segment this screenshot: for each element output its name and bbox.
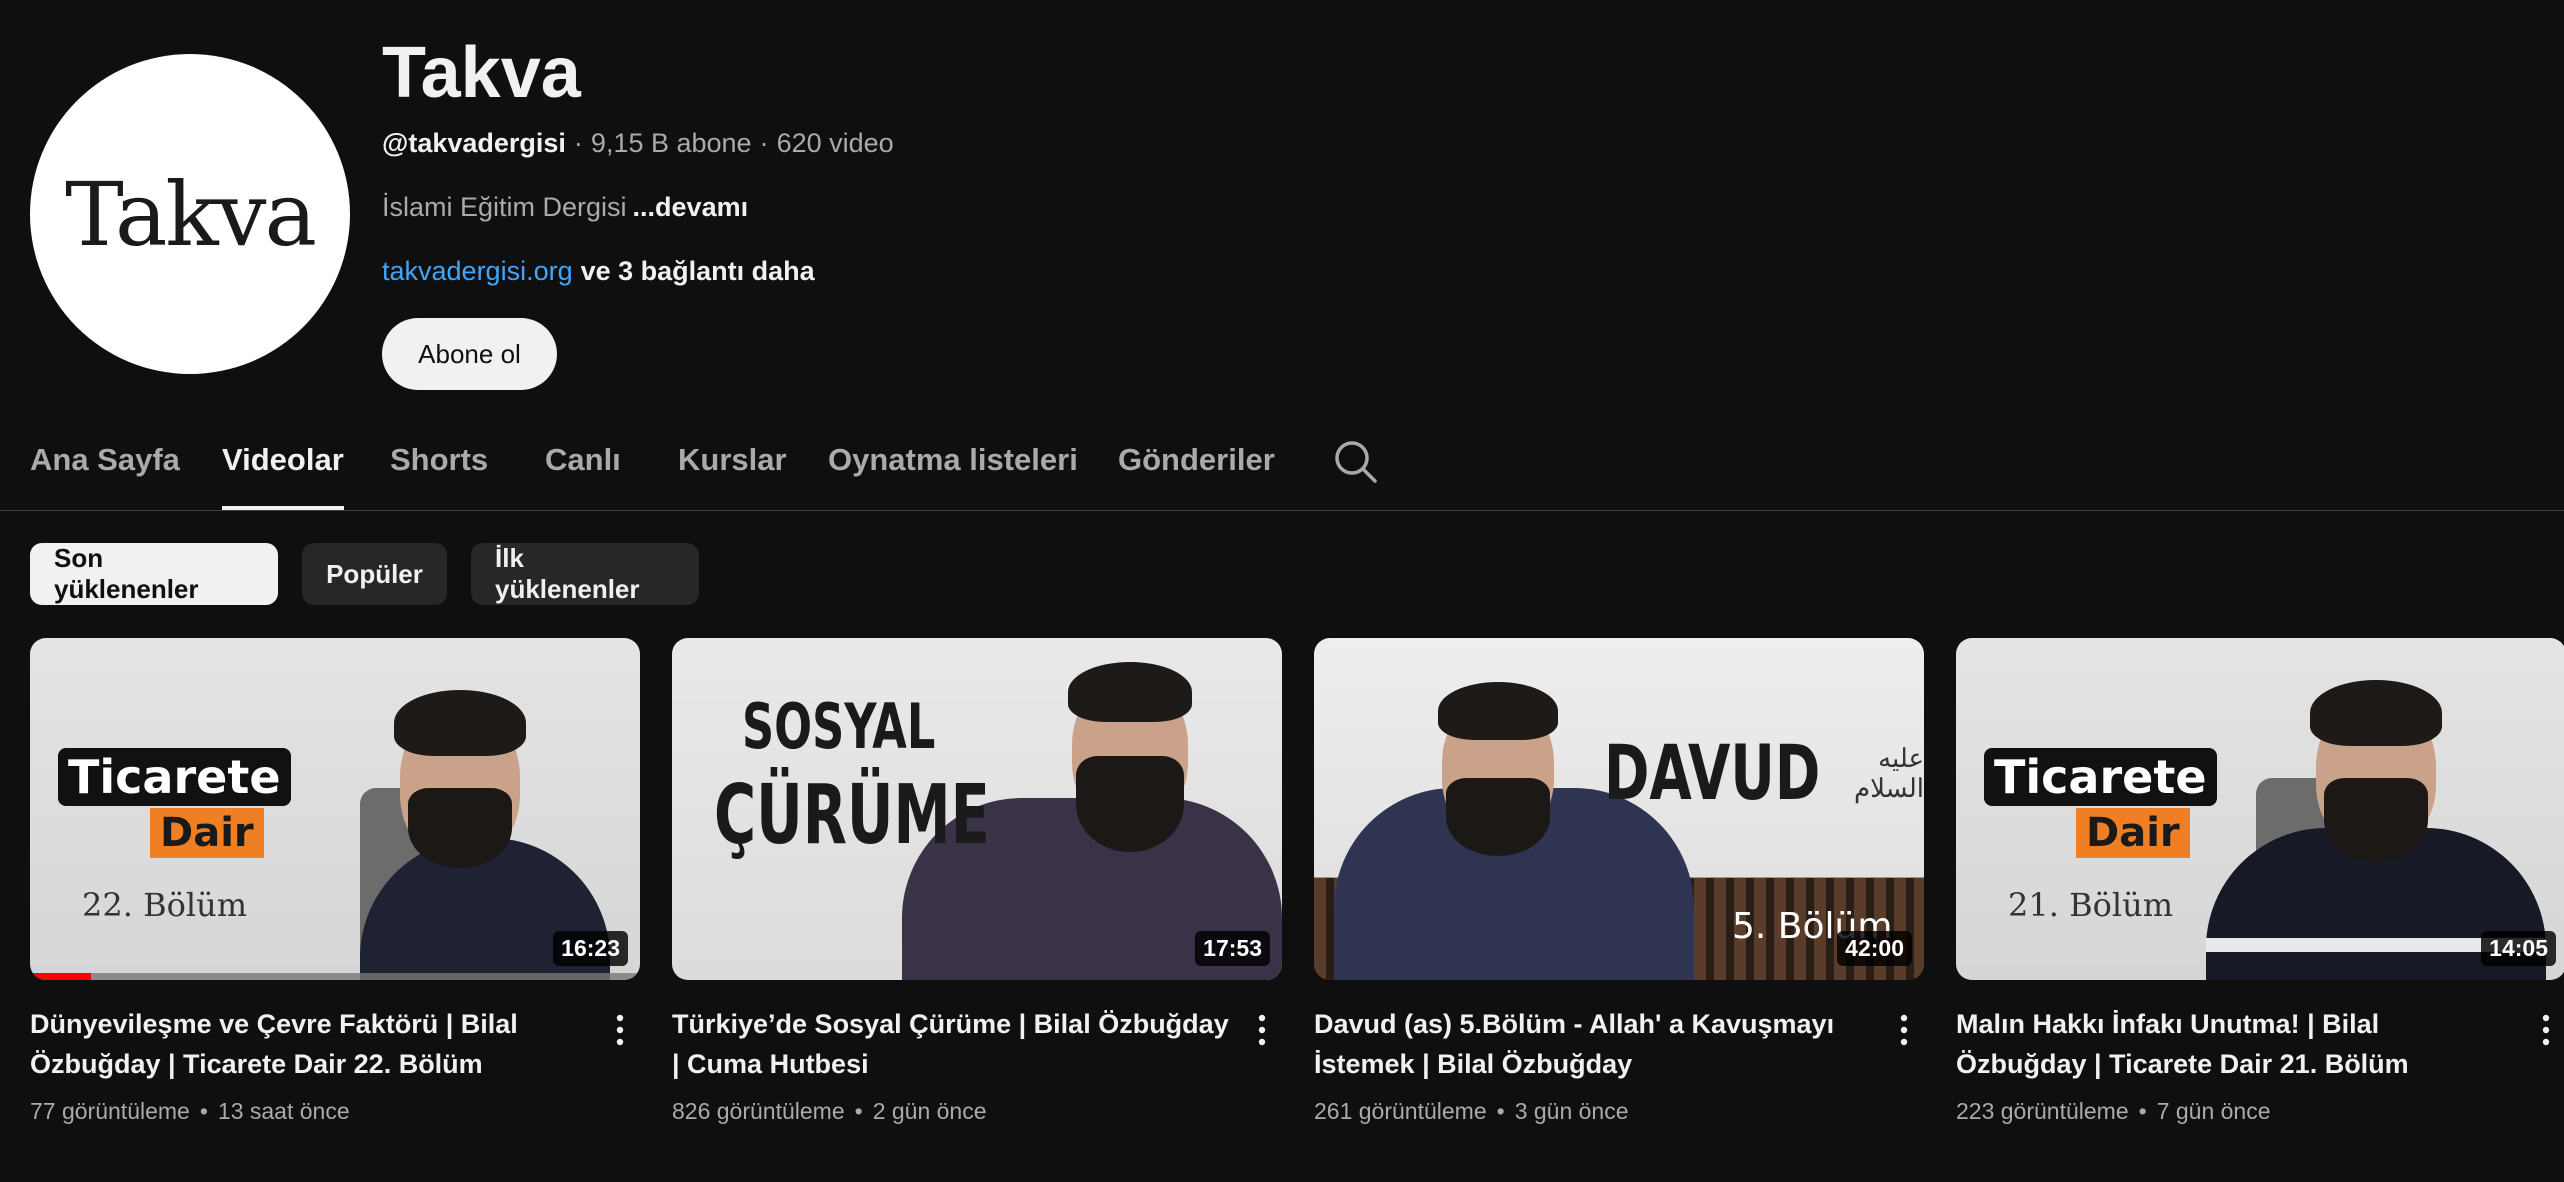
more-vert-icon (616, 1014, 624, 1046)
person-hair (1068, 662, 1192, 722)
channel-description[interactable]: İslami Eğitim Dergisi ...devamı (382, 192, 748, 223)
watch-progress-fill (30, 973, 91, 980)
person-beard (1076, 756, 1184, 852)
upload-age: 3 gün önce (1514, 1098, 1629, 1124)
video-card[interactable]: Ticarete Dair 22. Bölüm 16:23 Dünyevileş… (30, 638, 640, 1124)
video-menu-button[interactable] (1892, 1012, 1916, 1048)
person-beard (2324, 778, 2428, 862)
person-hair (1438, 682, 1558, 740)
more-vert-icon (2542, 1014, 2550, 1046)
more-vert-icon (1258, 1014, 1266, 1046)
video-title[interactable]: Türkiye’de Sosyal Çürüme | Bilal Özbuğda… (672, 1004, 1232, 1084)
thumb-episode-text: 21. Bölüm (2008, 886, 2174, 924)
tab-playlists[interactable]: Oynatma listeleri (828, 442, 1078, 508)
video-title[interactable]: Malın Hakkı İnfakı Unutma! | Bilal Özbuğ… (1956, 1004, 2516, 1084)
video-count: 620 video (776, 128, 894, 158)
tab-courses[interactable]: Kurslar (678, 442, 787, 508)
upload-age: 13 saat önce (217, 1098, 350, 1124)
channel-meta: @takvadergisi · 9,15 B abone · 620 video (382, 128, 894, 158)
video-meta: 826 görüntüleme • 2 gün önce (672, 1098, 987, 1124)
thumb-subtitle-badge: Dair (2076, 808, 2190, 858)
video-card[interactable]: DAVUD عليه السلام 5. Bölüm 42:00 Davud (… (1314, 638, 1924, 1124)
video-duration: 42:00 (1837, 931, 1912, 966)
channel-logo: Takva (65, 162, 317, 266)
view-count: 77 görüntüleme (30, 1098, 190, 1124)
view-count: 223 görüntüleme (1956, 1098, 2129, 1124)
video-title[interactable]: Davud (as) 5.Bölüm - Allah' a Kavuşmayı … (1314, 1004, 1874, 1084)
channel-website-link[interactable]: takvadergisi.org (382, 256, 573, 286)
channel-search-button[interactable] (1332, 438, 1380, 486)
view-count: 826 görüntüleme (672, 1098, 845, 1124)
video-title[interactable]: Dünyevileşme ve Çevre Faktörü | Bilal Öz… (30, 1004, 590, 1084)
watch-progress-bar (30, 973, 640, 980)
search-icon (1335, 441, 1377, 483)
thumb-episode-text: 22. Bölüm (82, 886, 248, 924)
video-menu-button[interactable] (608, 1012, 632, 1048)
more-links-button[interactable]: ve 3 bağlantı daha (581, 256, 815, 286)
video-thumbnail[interactable]: SOSYAL ÇÜRÜME 17:53 (672, 638, 1282, 980)
channel-title: Takva (382, 33, 581, 113)
chip-latest[interactable]: Son yüklenenler (30, 543, 278, 605)
video-meta: 77 görüntüleme • 13 saat önce (30, 1098, 350, 1124)
thumb-title: DAVUD (1604, 728, 1821, 817)
tab-shorts[interactable]: Shorts (390, 442, 488, 508)
view-count: 261 görüntüleme (1314, 1098, 1487, 1124)
video-card[interactable]: SOSYAL ÇÜRÜME 17:53 Türkiye’de Sosyal Çü… (672, 638, 1282, 1124)
channel-handle: @takvadergisi (382, 128, 566, 158)
tab-home[interactable]: Ana Sayfa (30, 442, 180, 508)
video-meta: 261 görüntüleme • 3 gün önce (1314, 1098, 1629, 1124)
subscribe-button[interactable]: Abone ol (382, 318, 557, 390)
subscriber-count: 9,15 B abone (590, 128, 752, 158)
upload-age: 7 gün önce (2156, 1098, 2271, 1124)
channel-links: takvadergisi.org ve 3 bağlantı daha (382, 256, 815, 287)
more-vert-icon (1900, 1014, 1908, 1046)
description-text: İslami Eğitim Dergisi (382, 192, 627, 222)
video-thumbnail[interactable]: DAVUD عليه السلام 5. Bölüm 42:00 (1314, 638, 1924, 980)
person-hair (394, 690, 526, 756)
person-beard (1446, 778, 1550, 856)
thumb-title-line1: SOSYAL (742, 690, 936, 763)
person-beard (408, 788, 512, 868)
video-meta: 223 görüntüleme • 7 gün önce (1956, 1098, 2271, 1124)
thumb-title-line2: ÇÜRÜME (714, 768, 990, 863)
video-thumbnail[interactable]: Ticarete Dair 21. Bölüm 14:05 (1956, 638, 2564, 980)
thumb-title-badge: Ticarete (58, 748, 291, 806)
channel-avatar[interactable]: Takva (30, 54, 350, 374)
chip-popular[interactable]: Popüler (302, 543, 447, 605)
video-thumbnail[interactable]: Ticarete Dair 22. Bölüm 16:23 (30, 638, 640, 980)
video-card[interactable]: Ticarete Dair 21. Bölüm 14:05 Malın Hakk… (1956, 638, 2564, 1124)
thumb-subtitle-badge: Dair (150, 808, 264, 858)
upload-age: 2 gün önce (872, 1098, 987, 1124)
description-more-link[interactable]: ...devamı (633, 192, 749, 222)
tab-posts[interactable]: Gönderiler (1118, 442, 1275, 508)
video-duration: 14:05 (2481, 931, 2556, 966)
video-menu-button[interactable] (1250, 1012, 1274, 1048)
channel-tabs: Ana Sayfa Videolar Shorts Canlı Kurslar … (0, 420, 2564, 511)
video-duration: 17:53 (1195, 931, 1270, 966)
thumb-title-badge: Ticarete (1984, 748, 2217, 806)
video-duration: 16:23 (553, 931, 628, 966)
video-menu-button[interactable] (2534, 1012, 2558, 1048)
tab-videos[interactable]: Videolar (222, 442, 344, 510)
tab-live[interactable]: Canlı (545, 442, 621, 508)
chip-oldest[interactable]: İlk yüklenenler (471, 543, 699, 605)
thumb-arabic-text: عليه السلام (1854, 744, 1924, 804)
person-hair (2310, 680, 2442, 746)
